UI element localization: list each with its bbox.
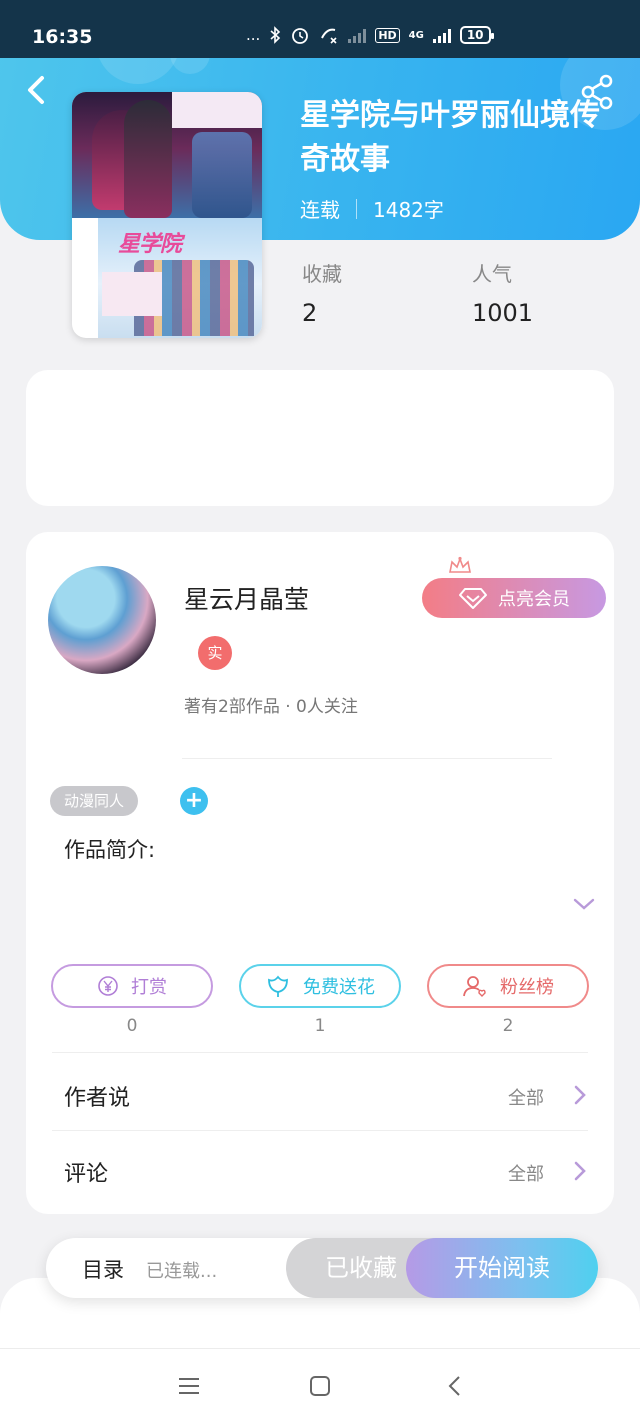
author-card: 星云月晶莹 实 著有2部作品 · 0人关注 点亮会员 动漫同人 + 作品简介: …: [26, 532, 614, 1214]
divider: [52, 1052, 588, 1053]
stat-value: 2: [302, 299, 318, 327]
flower-icon: [268, 975, 288, 997]
vip-button[interactable]: 点亮会员: [422, 578, 606, 618]
status-time: 16:35: [32, 26, 93, 48]
genre-tag[interactable]: 动漫同人: [50, 786, 139, 816]
author-avatar[interactable]: [48, 566, 156, 674]
reward-label: 打赏: [131, 977, 167, 998]
stat-favorites: 收藏 2: [302, 258, 342, 327]
word-count: 1482字: [373, 198, 444, 222]
author-says-row[interactable]: 作者说 全部: [64, 1076, 594, 1116]
signal-icon: [432, 27, 451, 43]
author-says-all-link[interactable]: 全部: [508, 1084, 544, 1110]
battery-icon: 10: [459, 26, 494, 44]
book-title: 星学院与叶罗丽仙境传奇故事: [300, 98, 600, 177]
read-bar: 目录 已连载... 已收藏 开始阅读: [46, 1238, 598, 1298]
comments-all-link[interactable]: 全部: [508, 1160, 544, 1186]
chevron-right-icon: [574, 1085, 586, 1105]
author-name[interactable]: 星云月晶莹: [184, 580, 309, 616]
stat-popularity: 人气 1001: [472, 258, 533, 327]
book-status: 连载: [300, 198, 340, 222]
fan-ranking-button[interactable]: 粉丝榜: [427, 964, 589, 1008]
network-label: 4G: [408, 29, 424, 41]
author-stats: 著有2部作品 · 0人关注: [184, 697, 358, 717]
diamond-icon: [459, 588, 487, 609]
cover-caption: [172, 92, 262, 128]
more-dots-icon: ...: [246, 26, 261, 44]
intro-label: 作品简介:: [64, 838, 156, 862]
back-arrow-icon[interactable]: [20, 70, 56, 110]
chevron-down-icon[interactable]: [572, 894, 596, 914]
meta-divider: [356, 198, 357, 219]
add-tag-button[interactable]: +: [180, 787, 208, 815]
toc-button[interactable]: 目录: [82, 1254, 124, 1284]
status-bar: 16:35 ... HD 4G 10: [0, 0, 640, 58]
chevron-right-icon: [574, 1161, 586, 1181]
status-icons: ... HD 4G 10: [246, 25, 494, 45]
divider: [182, 758, 552, 759]
fan-ranking-label: 粉丝榜: [500, 977, 554, 998]
signal-icon-sim2: [348, 27, 367, 43]
comments-row[interactable]: 评论 全部: [64, 1152, 594, 1192]
bluetooth-icon: [270, 26, 281, 44]
yen-icon: [98, 976, 118, 996]
empty-card: [26, 370, 614, 506]
comments-title: 评论: [64, 1162, 109, 1187]
stat-label: 收藏: [302, 262, 342, 286]
stat-value: 1001: [472, 299, 534, 327]
menu-icon[interactable]: [174, 1371, 204, 1401]
author-says-title: 作者说: [64, 1086, 131, 1111]
send-flower-button[interactable]: 免费送花: [239, 964, 401, 1008]
cover-logo: 星学院: [118, 232, 182, 257]
fans-count: 2: [502, 1016, 514, 1036]
toc-status: 已连载...: [146, 1261, 218, 1282]
stat-label: 人气: [472, 262, 512, 286]
system-nav-bar: [0, 1348, 640, 1422]
start-reading-button[interactable]: 开始阅读: [406, 1238, 598, 1298]
nav-back-icon[interactable]: [440, 1371, 470, 1401]
flower-count: 1: [314, 1016, 326, 1036]
call-icon: [321, 28, 337, 44]
vip-button-label: 点亮会员: [498, 589, 570, 610]
send-flower-label: 免费送花: [303, 977, 375, 998]
home-icon[interactable]: [305, 1371, 335, 1401]
alarm-icon: [292, 28, 309, 44]
divider: [52, 1130, 588, 1131]
cover-bottom-art: 星学院: [98, 218, 262, 338]
hd-icon: HD: [375, 27, 400, 43]
book-meta: 连载 1482字: [300, 194, 444, 223]
reward-count: 0: [126, 1016, 138, 1036]
book-cover[interactable]: 星学院: [72, 92, 262, 338]
crown-icon: [449, 556, 471, 573]
verified-badge: 实: [198, 636, 232, 670]
fans-icon: [463, 976, 486, 997]
reward-button[interactable]: 打赏: [51, 964, 213, 1008]
